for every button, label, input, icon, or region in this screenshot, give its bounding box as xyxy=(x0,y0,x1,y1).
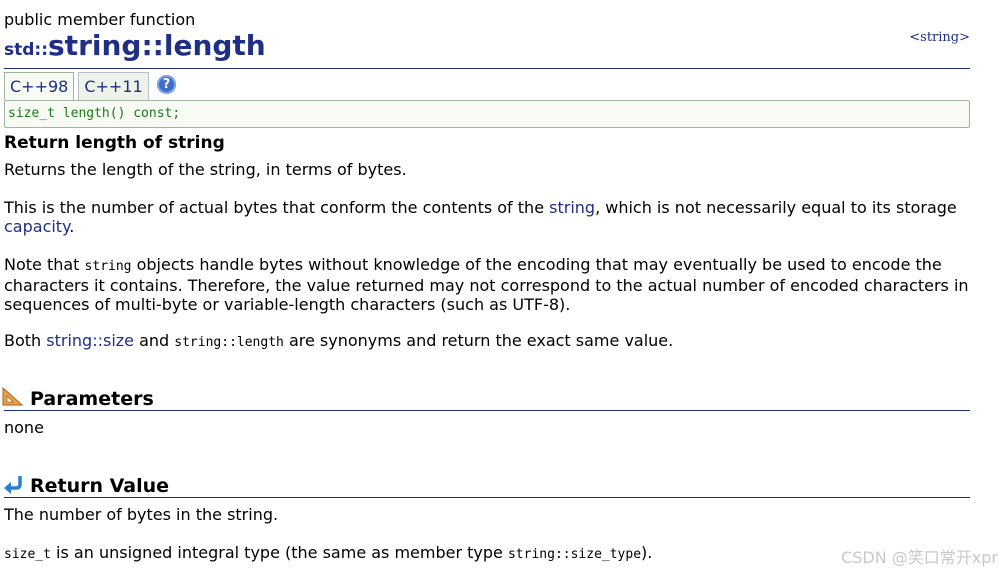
rv-text-b: ). xyxy=(641,543,653,562)
link-capacity[interactable]: capacity xyxy=(4,217,69,236)
p2-text-b: , which is not necessarily equal to its … xyxy=(595,198,957,217)
p4-text-a: Both xyxy=(4,331,47,350)
title-class: string xyxy=(48,29,142,62)
declaration-code: size_t length() const; xyxy=(8,106,181,121)
tab-cpp11[interactable]: C++11 xyxy=(78,72,149,100)
watermark: CSDN @笑口常开xpr xyxy=(841,548,998,567)
paragraph-4: Both string::size and string::length are… xyxy=(4,331,970,352)
member-kind: public member function xyxy=(4,10,196,29)
paragraph-1: Returns the length of the string, in ter… xyxy=(4,160,407,179)
p2-text-a: This is the number of actual bytes that … xyxy=(4,198,550,217)
p3-code-string: string xyxy=(84,259,132,274)
p2-text-c: . xyxy=(69,217,75,236)
p4-code-length: string::length xyxy=(174,335,284,350)
title-separator: :: xyxy=(141,29,164,62)
help-icon[interactable]: ? xyxy=(157,75,176,94)
paragraph-2: This is the number of actual bytes that … xyxy=(4,198,970,236)
rv-text-a: is an unsigned integral type (the same a… xyxy=(50,543,508,562)
parameters-title: Parameters xyxy=(30,388,154,410)
return-value-body-1: The number of bytes in the string. xyxy=(4,505,279,524)
p4-text-b: and xyxy=(134,331,175,350)
declaration-box: size_t length() const; xyxy=(4,100,970,128)
return-arrow-icon xyxy=(4,476,22,494)
return-value-body-2: size_t is an unsigned integral type (the… xyxy=(4,543,970,564)
p4-text-c: are synonyms and return the exact same v… xyxy=(283,331,674,350)
title-namespace: std:: xyxy=(4,40,49,60)
title-rule xyxy=(4,68,970,69)
summary-heading: Return length of string xyxy=(4,133,225,153)
parameters-rule xyxy=(4,410,970,411)
link-string-size[interactable]: string::size xyxy=(46,331,134,350)
ruler-triangle-icon xyxy=(2,386,24,406)
return-value-rule xyxy=(4,497,970,498)
paragraph-3: Note that string objects handle bytes wi… xyxy=(4,255,970,314)
title-member: length xyxy=(163,29,266,62)
link-string[interactable]: string xyxy=(549,198,595,217)
header-link-string[interactable]: <string> xyxy=(909,30,970,45)
tab-cpp98[interactable]: C++98 xyxy=(4,72,75,100)
p3-text-b: objects handle bytes without knowledge o… xyxy=(4,255,969,314)
parameters-body: none xyxy=(4,418,44,437)
p3-text-a: Note that xyxy=(4,255,85,274)
version-tabs: C++98 C++11 xyxy=(4,72,149,100)
page-title: std::string::length xyxy=(4,30,266,66)
return-value-title: Return Value xyxy=(30,475,170,497)
code-size-type: string::size_type xyxy=(507,547,642,562)
code-size-t: size_t xyxy=(4,547,51,562)
